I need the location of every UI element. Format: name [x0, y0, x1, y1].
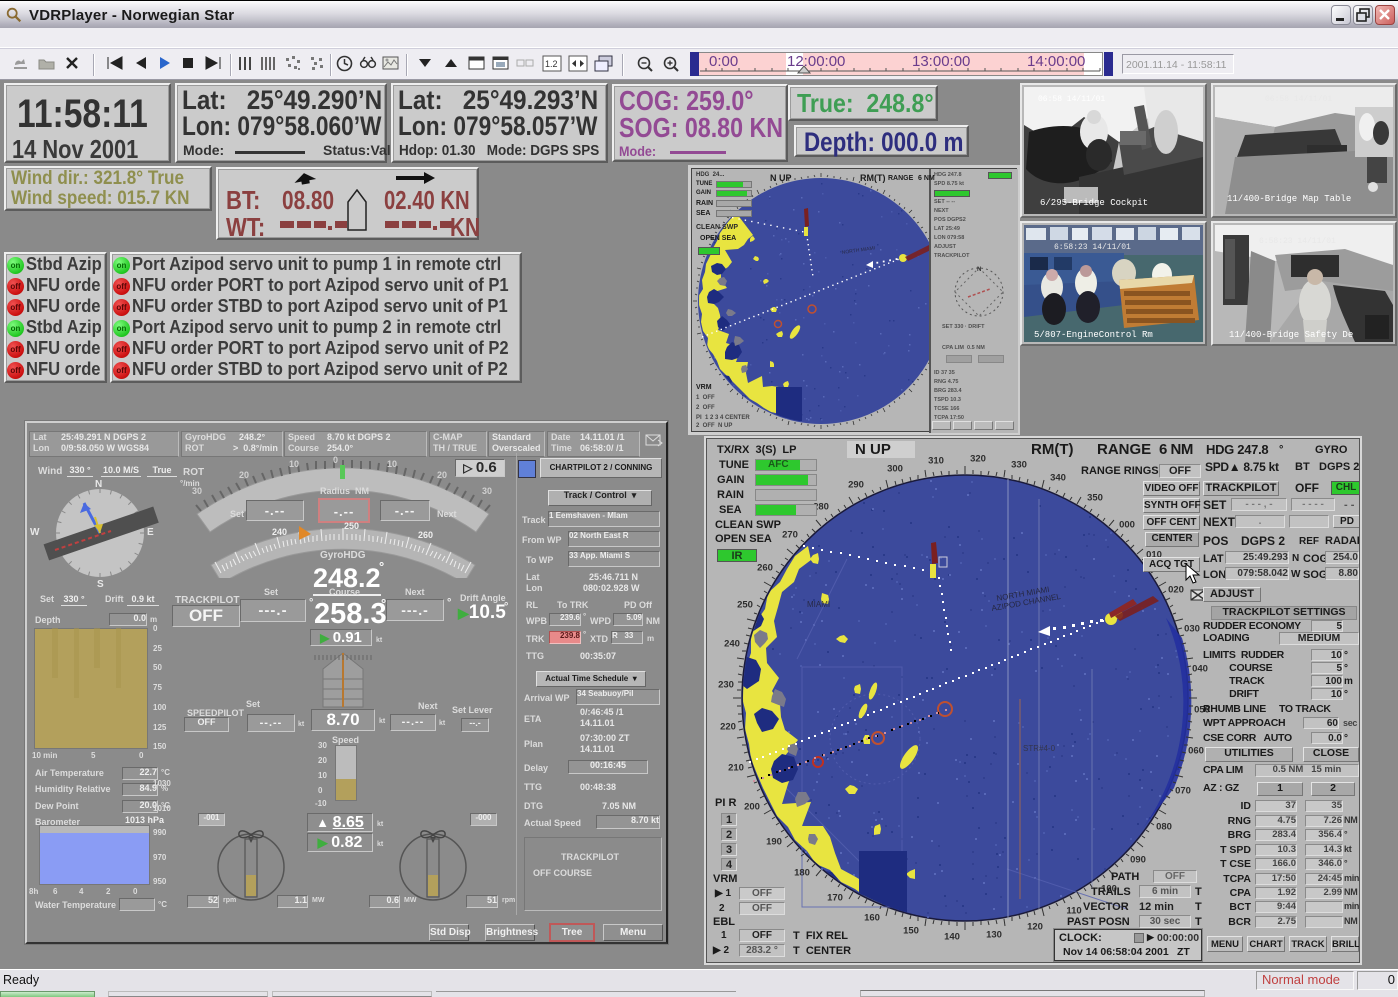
svg-text:250: 250 — [737, 600, 753, 611]
svg-text:11/400-Bridge Safety De: 11/400-Bridge Safety De — [1229, 330, 1353, 340]
svg-text:STR#4-0: STR#4-0 — [1023, 744, 1056, 753]
svg-text:070: 070 — [1175, 786, 1191, 797]
svg-text:180: 180 — [794, 868, 810, 879]
svg-text:1.2: 1.2 — [545, 59, 558, 69]
svg-text:030: 030 — [1184, 624, 1200, 635]
svg-text:6:58:23 14/11/01: 6:58:23 14/11/01 — [1054, 243, 1131, 252]
svg-text:260: 260 — [757, 563, 773, 574]
svg-text:220: 220 — [720, 722, 736, 733]
svg-text:160: 160 — [864, 913, 880, 924]
svg-text:080: 080 — [1156, 822, 1172, 833]
svg-text:5/807-EngineControl Rm: 5/807-EngineControl Rm — [1034, 330, 1153, 340]
svg-text:06:58 14/11/01: 06:58 14/11/01 — [1265, 95, 1332, 104]
svg-text:020: 020 — [1168, 585, 1184, 596]
svg-text:060: 060 — [1188, 746, 1204, 757]
svg-text:N: N — [977, 267, 981, 273]
svg-text:310: 310 — [928, 456, 944, 467]
svg-text:11/400-Bridge Map Table: 11/400-Bridge Map Table — [1227, 194, 1351, 204]
svg-text:210: 210 — [728, 763, 744, 774]
svg-text:270: 270 — [782, 530, 798, 541]
svg-text:120: 120 — [1027, 922, 1043, 933]
svg-text:6/295-Bridge Cockpit: 6/295-Bridge Cockpit — [1040, 198, 1148, 208]
svg-text:06:58 14/11/01: 06:58 14/11/01 — [1038, 95, 1105, 104]
svg-text:230: 230 — [718, 680, 734, 691]
svg-text:200: 200 — [744, 802, 760, 813]
svg-text:330: 330 — [1011, 460, 1027, 471]
svg-text:290: 290 — [848, 480, 864, 491]
svg-text:240: 240 — [724, 639, 740, 650]
svg-text:350: 350 — [1087, 493, 1103, 504]
svg-text:300: 300 — [887, 464, 903, 475]
svg-text:110: 110 — [1066, 906, 1081, 917]
svg-text:130: 130 — [986, 930, 1002, 941]
svg-text:150: 150 — [903, 926, 919, 937]
svg-text:000: 000 — [1119, 520, 1135, 531]
svg-text:MIAMI: MIAMI — [807, 600, 830, 609]
svg-text:140: 140 — [944, 932, 960, 943]
svg-text:320: 320 — [970, 454, 986, 465]
svg-text:190: 190 — [766, 837, 782, 848]
svg-text:6:58:23 14/11/01: 6:58:23 14/11/01 — [1259, 237, 1336, 246]
svg-text:340: 340 — [1050, 473, 1066, 484]
svg-text:090: 090 — [1130, 855, 1146, 866]
svg-text:170: 170 — [827, 893, 843, 904]
